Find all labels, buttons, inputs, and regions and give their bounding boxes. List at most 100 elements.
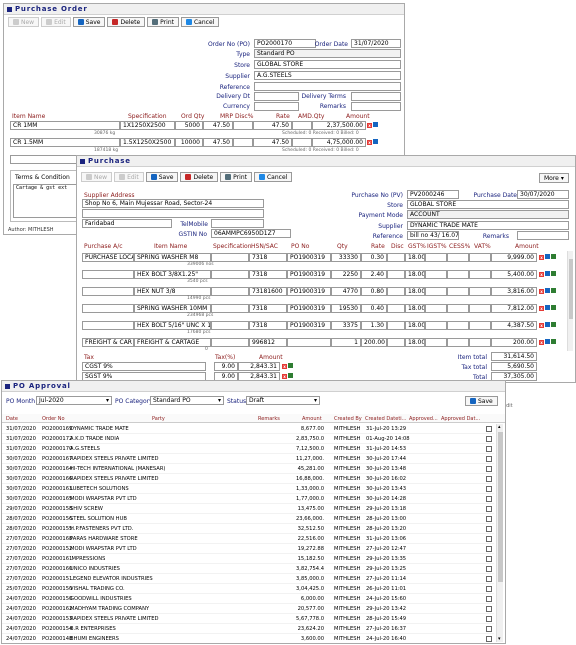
city-field[interactable]: Faridabad [82, 219, 172, 228]
item-hsn[interactable]: 7318 [249, 270, 287, 279]
approve-checkbox[interactable] [486, 516, 492, 522]
delete-row-icon[interactable]: x [367, 123, 372, 128]
item-cell-empty[interactable] [469, 287, 491, 296]
save-button[interactable]: Save [465, 396, 498, 406]
new-button[interactable]: New [81, 172, 113, 182]
item-cell-empty[interactable] [447, 287, 469, 296]
item-ac[interactable] [82, 304, 134, 313]
item-cell-empty[interactable] [387, 321, 405, 330]
order-no-field[interactable]: PO2000170 [254, 39, 316, 48]
tax-edit-icon[interactable] [288, 363, 293, 368]
item-amount[interactable]: 3,816.00 [491, 287, 537, 296]
supplier-field[interactable]: A.G.STEELS [254, 71, 401, 80]
item-cell-empty[interactable] [211, 253, 249, 262]
terms-textarea[interactable]: Cartage & gst ext [13, 184, 77, 218]
table-row[interactable]: 27/07/2020 PO2000161 IMPRESSIONS 15,182.50 M… [2, 554, 494, 564]
add-row-icon[interactable] [551, 305, 556, 310]
item-name[interactable]: CR 1.5MM [10, 138, 120, 147]
col-approved-date[interactable]: Approved Dat... [441, 416, 480, 422]
memo-icon[interactable] [545, 322, 550, 327]
table-row[interactable]: 27/07/2020 PO2000160 UNICO INDUSTRIES 3,82,… [2, 564, 494, 574]
delivery-dt-field[interactable] [254, 92, 299, 101]
item-rate[interactable]: 2.40 [361, 270, 387, 279]
row-actions[interactable]: x [539, 288, 556, 295]
add-row-icon[interactable] [551, 288, 556, 293]
table-row[interactable]: 28/07/2020 PO2000156 STEEL SOLUTION HUB 23,… [2, 514, 494, 524]
add-row-icon[interactable] [551, 271, 556, 276]
item-cell-empty[interactable] [211, 321, 249, 330]
edit-button[interactable]: Edit [114, 172, 144, 182]
item-name[interactable]: FREIGHT & CARTAGE [134, 338, 211, 347]
table-row[interactable]: 30/07/2020 PO2000164 HI-TECH INTERNATIONAL… [2, 464, 494, 474]
approve-checkbox[interactable] [486, 576, 492, 582]
reference-field[interactable] [254, 82, 401, 91]
memo-icon[interactable] [373, 122, 378, 127]
item-disc[interactable] [233, 138, 253, 147]
delete-row-icon[interactable]: x [539, 323, 544, 328]
telmobile-field[interactable] [211, 219, 264, 228]
tax-amount[interactable]: 2,843.31 [238, 362, 280, 371]
delete-row-icon[interactable]: x [539, 255, 544, 260]
col-remarks[interactable]: Remarks [258, 416, 280, 422]
memo-icon[interactable] [545, 254, 550, 259]
item-amount[interactable]: 4,387.50 [491, 321, 537, 330]
delivery-terms-field[interactable] [351, 92, 401, 101]
approve-checkbox[interactable] [486, 456, 492, 462]
table-row[interactable]: 24/07/2020 PO2000154 B.R ENTERPRISES 23,624… [2, 624, 494, 634]
table-row[interactable]: 30/07/2020 PO2000163 LUBETECH SOLUTIONS 1,3… [2, 484, 494, 494]
item-cell-empty[interactable] [387, 338, 405, 347]
item-cell-empty[interactable] [425, 253, 447, 262]
delete-button[interactable]: Delete [180, 172, 219, 182]
item-cell-empty[interactable] [469, 304, 491, 313]
item-name[interactable]: CR 1MM [10, 121, 120, 130]
tax-pct[interactable]: 9.00 [214, 362, 238, 371]
table-row[interactable]: 27/07/2020 PO2000168 PARAS HARDWARE STORE 2… [2, 534, 494, 544]
item-ac[interactable]: PURCHASE LOCA [82, 253, 134, 262]
approve-checkbox[interactable] [486, 596, 492, 602]
item-po[interactable]: PO1900319 [287, 253, 331, 262]
memo-icon[interactable] [545, 305, 550, 310]
add-row-icon[interactable] [551, 339, 556, 344]
scroll-up-icon[interactable]: ▴ [498, 424, 501, 430]
memo-icon[interactable] [545, 271, 550, 276]
terms-tab[interactable]: Terms & Condition [15, 174, 70, 181]
item-qty[interactable]: 19530 [331, 304, 361, 313]
more-button[interactable]: More ▾ [539, 173, 569, 183]
approve-checkbox[interactable] [486, 546, 492, 552]
item-ac[interactable]: FREIGHT & CAR [82, 338, 134, 347]
cancel-button[interactable]: Cancel [253, 172, 293, 182]
item-cell-empty[interactable] [447, 321, 469, 330]
item-name[interactable]: HEX BOLT 5/16" UNC X 1.25" [134, 321, 211, 330]
approve-checkbox[interactable] [486, 496, 492, 502]
item-po[interactable]: PO1900319 [287, 287, 331, 296]
approve-checkbox[interactable] [486, 566, 492, 572]
approve-checkbox[interactable] [486, 436, 492, 442]
tax-name[interactable]: CGST 9% [82, 362, 206, 371]
memo-icon[interactable] [545, 339, 550, 344]
item-spec[interactable]: 1.5X1250X2500 [120, 138, 175, 147]
item-rate[interactable]: 0.40 [361, 304, 387, 313]
item-cell-empty[interactable] [447, 253, 469, 262]
col-date[interactable]: Date [6, 416, 18, 422]
memo-icon[interactable] [545, 288, 550, 293]
item-rate[interactable]: 47.50 [253, 121, 292, 130]
item-gst[interactable]: 18.00 [405, 287, 425, 296]
col-order-no[interactable]: Order No [42, 416, 65, 422]
item-ac[interactable] [82, 321, 134, 330]
tax-actions[interactable]: x [282, 373, 293, 380]
item-qty[interactable]: 1 [331, 338, 361, 347]
item-name[interactable]: SPRING WASHER M8 [134, 253, 211, 262]
item-name[interactable]: HEX BOLT 3/8X1.25" [134, 270, 211, 279]
item-hsn[interactable]: 7318 [249, 253, 287, 262]
approve-checkbox[interactable] [486, 536, 492, 542]
approve-checkbox[interactable] [486, 616, 492, 622]
item-cell-empty[interactable] [211, 287, 249, 296]
purchase-no-field[interactable]: PV2000246 [407, 190, 459, 199]
purchase-date-field[interactable]: 30/07/2020 [517, 190, 569, 199]
item-cell-empty[interactable] [387, 253, 405, 262]
item-qty[interactable]: 33330 [331, 253, 361, 262]
item-cell-empty[interactable] [425, 321, 447, 330]
edit-button[interactable]: Edit [41, 17, 71, 27]
item-cell-empty[interactable] [387, 304, 405, 313]
add-row-icon[interactable] [551, 322, 556, 327]
